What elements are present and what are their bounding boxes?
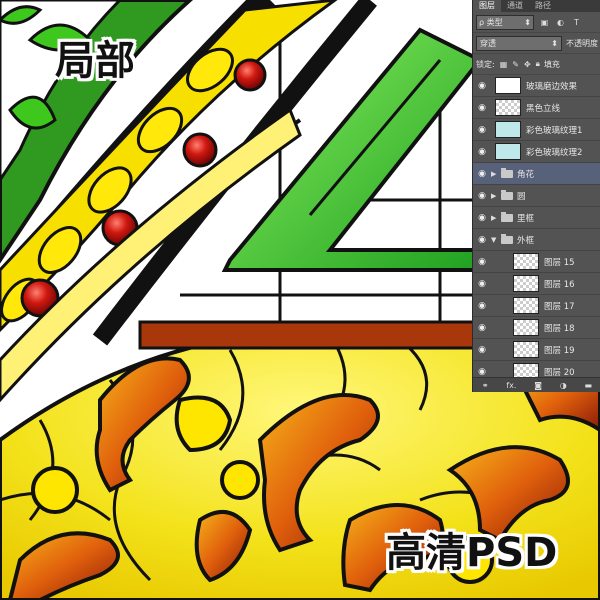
blend-row: 穿透 ⬍ 不透明度: [473, 33, 600, 54]
layers-panel: 图层 通道 路径 ρ 类型 ⬍ ▣ ◐ T 穿透 ⬍ 不透明度 锁定: ▦ ✎ ✥ …: [472, 0, 600, 392]
lock-paint-icon[interactable]: ✎: [512, 60, 519, 69]
lock-all-icon[interactable]: 🔒︎: [536, 59, 540, 69]
blend-mode-value: 穿透: [480, 38, 496, 48]
expand-right-icon[interactable]: ▶: [491, 214, 499, 222]
layer-name: 玻璃磨边效果: [526, 81, 578, 92]
layer-name: 图层 20: [544, 367, 575, 378]
layer-group-row[interactable]: ◉ ▶ 圆: [473, 185, 600, 207]
mask-icon[interactable]: ◙: [534, 381, 542, 390]
layer-thumbnail: [495, 99, 521, 116]
panel-tabs: 图层 通道 路径: [473, 0, 600, 12]
layer-name: 图层 18: [544, 323, 575, 334]
layer-row[interactable]: ◉ 图层 15: [473, 251, 600, 273]
layer-name: 角花: [517, 169, 535, 180]
layer-thumbnail: [513, 297, 539, 314]
layer-thumbnail: [513, 319, 539, 336]
visibility-eye-icon[interactable]: ◉: [475, 279, 489, 289]
visibility-eye-icon[interactable]: ◉: [475, 147, 489, 157]
layer-name: 图层 16: [544, 279, 575, 290]
type-filter-icon[interactable]: T: [571, 17, 582, 28]
visibility-eye-icon[interactable]: ◉: [475, 257, 489, 267]
layer-thumbnail: [513, 275, 539, 292]
layer-group-row[interactable]: ◉ ▶ 里框: [473, 207, 600, 229]
visibility-eye-icon[interactable]: ◉: [475, 191, 489, 201]
fill-label: 填充: [543, 59, 560, 69]
folder-icon: [501, 167, 513, 178]
chevron-down-icon: ⬍: [551, 38, 558, 48]
panel-bottom-bar: ⚭ fx. ◙ ◑ ▬: [473, 377, 600, 392]
adjust-filter-icon[interactable]: ◐: [555, 17, 566, 28]
fx-icon[interactable]: fx.: [506, 381, 516, 390]
folder-icon: [501, 233, 513, 244]
link-icon[interactable]: ⚭: [482, 381, 489, 390]
folder-icon: [501, 211, 513, 222]
layer-row[interactable]: ◉ 玻璃磨边效果: [473, 75, 600, 97]
opacity-label: 不透明度: [566, 38, 598, 48]
layer-name: 外框: [517, 235, 535, 246]
layer-name: 彩色玻璃纹理2: [526, 147, 583, 158]
new-group-icon[interactable]: ▬: [584, 381, 592, 390]
visibility-eye-icon[interactable]: ◉: [475, 235, 489, 245]
lock-move-icon[interactable]: ✥: [524, 60, 531, 69]
visibility-eye-icon[interactable]: ◉: [475, 103, 489, 113]
layer-group-row[interactable]: ◉ ▼ 外框: [473, 229, 600, 251]
chevron-down-icon: ⬍: [524, 17, 531, 27]
tab-layers[interactable]: 图层: [473, 0, 501, 12]
layer-thumbnail: [513, 253, 539, 270]
visibility-eye-icon[interactable]: ◉: [475, 125, 489, 135]
layer-name: 图层 17: [544, 301, 575, 312]
layer-row[interactable]: ◉ 图层 18: [473, 317, 600, 339]
layer-row[interactable]: ◉ 图层 16: [473, 273, 600, 295]
blend-mode-select[interactable]: 穿透 ⬍: [476, 35, 562, 51]
visibility-eye-icon[interactable]: ◉: [475, 301, 489, 311]
visibility-eye-icon[interactable]: ◉: [475, 367, 489, 377]
expand-right-icon[interactable]: ▶: [491, 170, 499, 178]
layer-name: 黑色立线: [526, 103, 561, 114]
overlay-label-hd-psd: 高清PSD: [386, 530, 558, 576]
overlay-label-local: 局部: [55, 38, 135, 84]
expand-right-icon[interactable]: ▶: [491, 192, 499, 200]
lock-label: 锁定:: [476, 59, 495, 69]
tab-paths[interactable]: 路径: [529, 0, 557, 12]
folder-icon: [501, 189, 513, 200]
layer-row[interactable]: ◉ 图层 19: [473, 339, 600, 361]
visibility-eye-icon[interactable]: ◉: [475, 213, 489, 223]
layer-row[interactable]: ◉ 黑色立线: [473, 97, 600, 119]
layer-thumbnail: [495, 143, 521, 160]
layer-name: 里框: [517, 213, 535, 224]
expand-down-icon[interactable]: ▼: [491, 236, 499, 244]
visibility-eye-icon[interactable]: ◉: [475, 169, 489, 179]
layer-name: 彩色玻璃纹理1: [526, 125, 583, 136]
layer-filter-select[interactable]: ρ 类型 ⬍: [476, 14, 534, 30]
filter-type-label: ρ 类型: [479, 17, 503, 27]
filter-row: ρ 类型 ⬍ ▣ ◐ T: [473, 12, 600, 33]
layer-row[interactable]: ◉ 彩色玻璃纹理1: [473, 119, 600, 141]
lock-row: 锁定: ▦ ✎ ✥ 🔒︎ 填充: [473, 54, 600, 75]
layer-group-row[interactable]: ◉ ▶ 角花: [473, 163, 600, 185]
layer-thumbnail: [513, 341, 539, 358]
layer-name: 圆: [517, 191, 526, 202]
layer-thumbnail: [495, 77, 521, 94]
layer-row[interactable]: ◉ 图层 17: [473, 295, 600, 317]
visibility-eye-icon[interactable]: ◉: [475, 81, 489, 91]
visibility-eye-icon[interactable]: ◉: [475, 323, 489, 333]
layer-list: ◉ 玻璃磨边效果 ◉ 黑色立线 ◉ 彩色玻璃纹理1 ◉ 彩色玻璃纹理2 ◉ ▶ 角花 ◉ ▶ 圆 ◉ ▶ 里框 ◉…: [473, 75, 600, 392]
visibility-eye-icon[interactable]: ◉: [475, 345, 489, 355]
lock-transparent-icon[interactable]: ▦: [500, 60, 508, 69]
layer-name: 图层 19: [544, 345, 575, 356]
adjustment-icon[interactable]: ◑: [560, 381, 567, 390]
layer-thumbnail: [495, 121, 521, 138]
layer-row[interactable]: ◉ 彩色玻璃纹理2: [473, 141, 600, 163]
tab-channels[interactable]: 通道: [501, 0, 529, 12]
image-filter-icon[interactable]: ▣: [539, 17, 550, 28]
layer-name: 图层 15: [544, 257, 575, 268]
